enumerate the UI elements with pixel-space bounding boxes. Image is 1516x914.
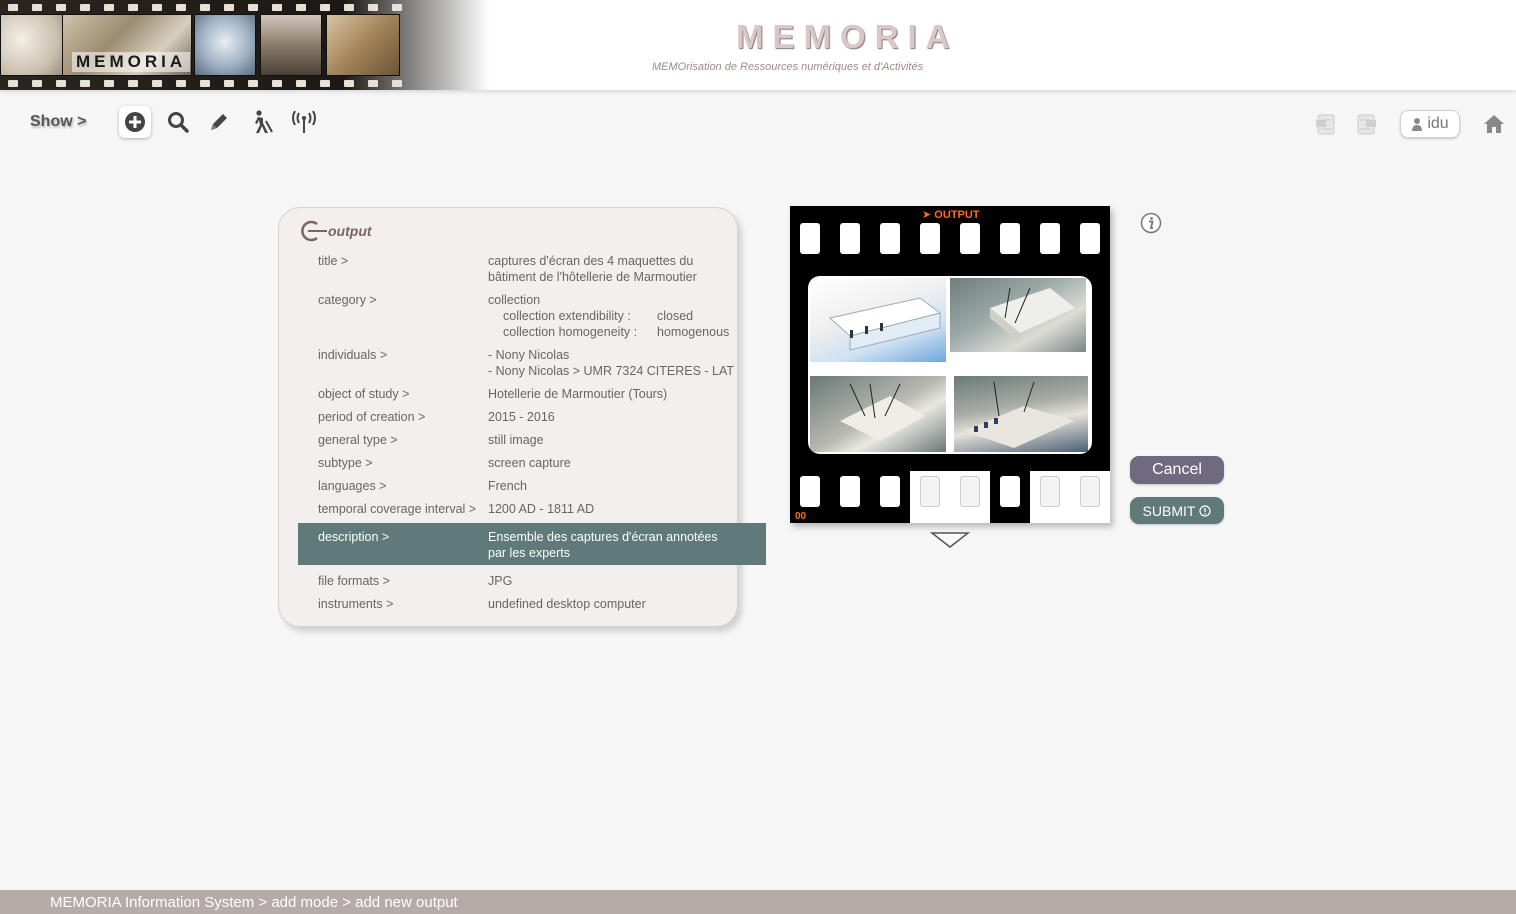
search-button[interactable] xyxy=(162,106,194,138)
user-button[interactable]: idu xyxy=(1400,110,1460,138)
home-button[interactable] xyxy=(1480,110,1508,138)
field-label-title: title > xyxy=(318,254,349,268)
info-icon xyxy=(1140,212,1162,234)
home-icon xyxy=(1484,115,1504,133)
field-value-period-of-creation: 2015 - 2016 xyxy=(488,410,555,424)
field-label-general-type: general type > xyxy=(318,433,398,447)
antenna-icon xyxy=(292,110,316,133)
field-value-object-of-study: Hotellerie de Marmoutier (Tours) xyxy=(488,387,668,401)
field-label-instruments: instruments > xyxy=(318,597,394,611)
field-label-category: category > xyxy=(318,293,377,307)
edit-button[interactable] xyxy=(203,106,235,138)
film-perforation xyxy=(880,476,900,507)
site-title: MEMORIA xyxy=(736,18,959,55)
field-label-object-of-study: object of study > xyxy=(318,387,410,401)
output-preview-image[interactable] xyxy=(808,276,1092,454)
submit-label: SUBMIT xyxy=(1142,502,1196,519)
field-value-subtype: screen capture xyxy=(488,456,571,470)
film-frame-number: 00 xyxy=(795,511,807,522)
chevron-down-icon xyxy=(929,532,971,548)
film-perforation xyxy=(800,476,820,507)
film-perforation xyxy=(840,476,860,507)
site-subtitle: MEMOrisation de Ressources numériques et… xyxy=(652,61,924,73)
cancel-button[interactable]: Cancel xyxy=(1130,456,1224,484)
field-label-subtype: subtype > xyxy=(318,456,373,470)
banner-frame-3 xyxy=(194,14,256,76)
import-doc-button[interactable] xyxy=(1352,110,1380,138)
banner-sprockets-bottom xyxy=(0,78,420,88)
film-perforation xyxy=(1080,223,1100,254)
field-value-temporal-coverage: 1200 AD - 1811 AD xyxy=(488,502,595,516)
film-perforation xyxy=(1000,476,1020,507)
film-perforation xyxy=(840,223,860,254)
film-perforation xyxy=(960,476,980,507)
field-label-description: description > xyxy=(318,530,390,544)
broadcast-button[interactable] xyxy=(288,106,320,138)
film-perforation xyxy=(1000,223,1020,254)
film-perforation xyxy=(800,223,820,254)
search-icon xyxy=(168,112,189,133)
field-value-category: collection collection extendibility : clo… xyxy=(488,293,730,339)
add-button[interactable] xyxy=(119,106,151,138)
preview-quadrant xyxy=(810,376,946,452)
field-value-individuals: - Nony Nicolas - Nony Nicolas > UMR 7324… xyxy=(488,348,735,378)
user-icon xyxy=(1412,118,1423,131)
preview-quadrant xyxy=(810,278,946,362)
walker-icon xyxy=(255,110,273,133)
film-perforation xyxy=(1040,223,1060,254)
field-value-file-formats: JPG xyxy=(488,574,513,588)
field-value-title: captures d'écran des 4 maquettes du bâti… xyxy=(488,254,697,284)
document-icon xyxy=(1357,114,1376,135)
breadcrumb: MEMORIA Information System > add mode > … xyxy=(50,894,458,911)
info-button[interactable] xyxy=(1140,212,1162,234)
activity-button[interactable] xyxy=(246,106,278,138)
film-expand-button[interactable] xyxy=(929,531,971,554)
pencil-icon xyxy=(211,114,227,130)
preview-quadrant xyxy=(950,278,1086,352)
show-button[interactable]: Show > xyxy=(30,113,86,131)
field-value-languages: French xyxy=(488,479,527,493)
field-label-temporal-coverage: temporal coverage interval > xyxy=(318,502,477,516)
card-title-text: output xyxy=(328,223,372,239)
film-perforation xyxy=(920,476,940,507)
output-logo-icon xyxy=(301,220,327,242)
export-doc-button[interactable] xyxy=(1312,110,1340,138)
banner-frame-1 xyxy=(0,14,70,76)
field-label-languages: languages > xyxy=(318,479,387,493)
film-perforation xyxy=(1040,476,1060,507)
field-label-period-of-creation: period of creation > xyxy=(318,410,426,424)
banner-logo: MEMORIA xyxy=(72,52,191,72)
film-perforation xyxy=(960,223,980,254)
field-label-file-formats: file formats > xyxy=(318,574,390,588)
field-value-general-type: still image xyxy=(488,433,544,447)
add-icon xyxy=(125,112,145,132)
banner-frame-5 xyxy=(326,14,400,76)
film-perforation xyxy=(1080,476,1100,507)
preview-quadrant xyxy=(954,376,1088,452)
film-perforation xyxy=(880,223,900,254)
field-label-individuals: individuals > xyxy=(318,348,388,362)
footer-bar: MEMORIA Information System > add mode > … xyxy=(0,890,1516,914)
alert-icon xyxy=(1199,504,1212,517)
film-label: ➤ OUTPUT xyxy=(922,209,980,221)
field-value-description: Ensemble des captures d'écran annotées p… xyxy=(488,530,718,560)
description-row[interactable]: description > Ensemble des captures d'éc… xyxy=(298,523,766,565)
card-title: output xyxy=(298,219,372,243)
document-icon xyxy=(1316,114,1335,135)
banner-frame-4 xyxy=(260,14,322,76)
banner: MEMORIA xyxy=(0,0,490,90)
submit-button[interactable]: SUBMIT xyxy=(1130,497,1224,524)
user-name: idu xyxy=(1427,115,1449,132)
film-perforation xyxy=(920,223,940,254)
field-value-instruments: undefined desktop computer xyxy=(488,597,646,611)
banner-sprockets-top xyxy=(0,2,420,12)
